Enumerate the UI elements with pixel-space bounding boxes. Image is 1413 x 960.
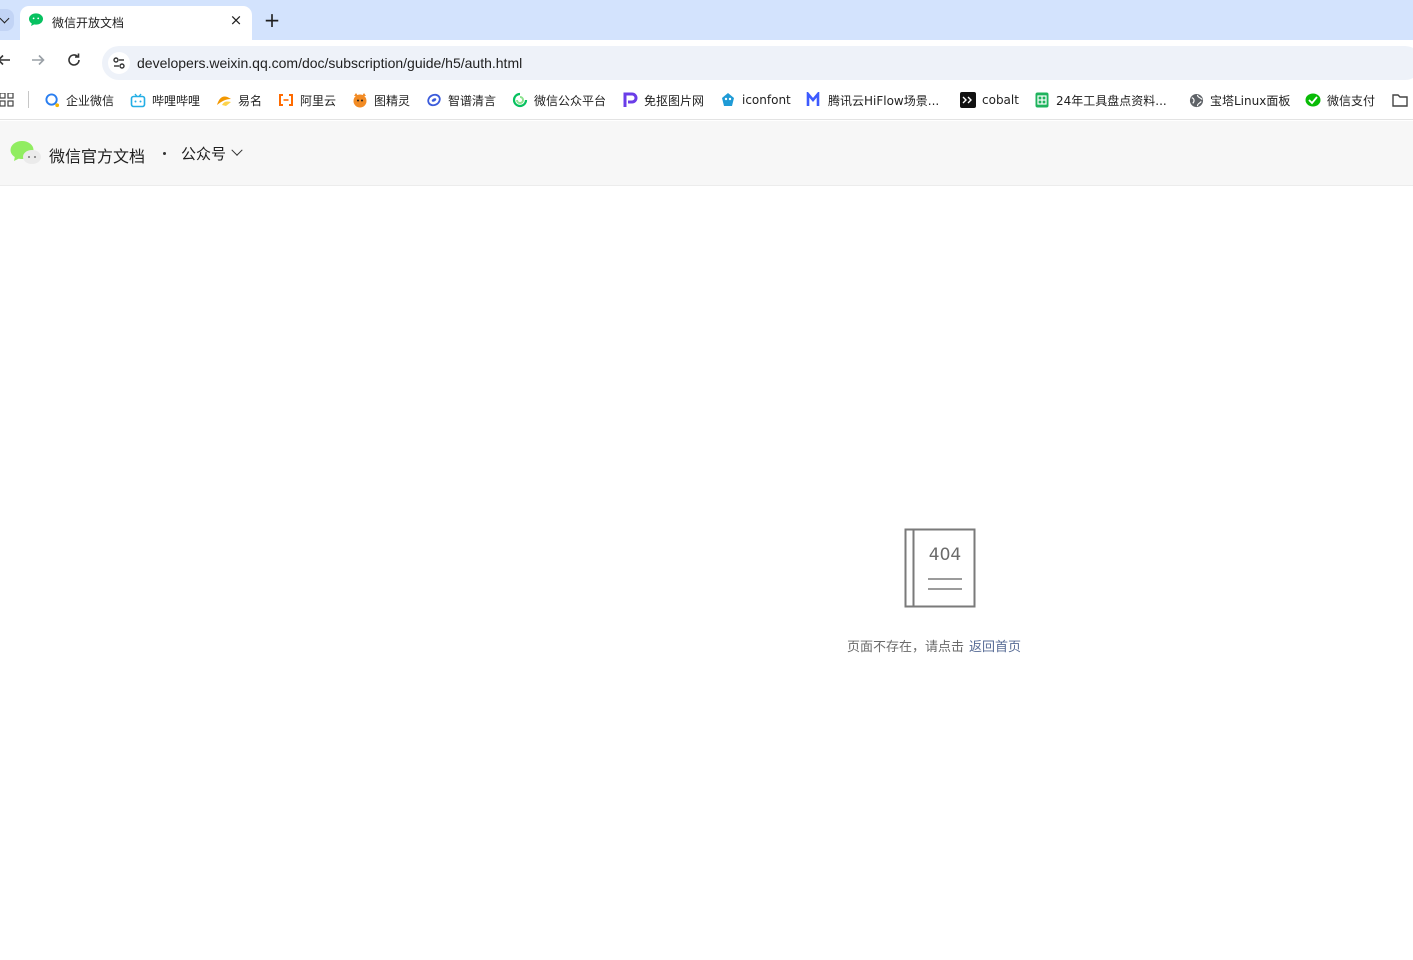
sheet-icon (1034, 92, 1050, 108)
wechat-logo-icon[interactable] (10, 140, 42, 166)
tab-strip: 微信开放文档 × + (0, 0, 1413, 40)
error-message: 页面不存在，请点击 返回首页 (847, 636, 1021, 655)
bookmark-label: 免抠图片网 (644, 93, 705, 108)
arrow-left-icon (0, 54, 10, 66)
bookmark-label: 微信支付 (1327, 93, 1376, 108)
bookmark-item[interactable]: 免抠图片网 (622, 92, 704, 108)
not-found-book-icon (904, 528, 976, 608)
tab-title: 微信开放文档 (52, 16, 125, 30)
cobalt-icon (960, 92, 976, 108)
section-label: 公众号 (181, 144, 227, 163)
bookmark-label: 智谱清言 (448, 93, 497, 108)
arrow-right-icon (32, 54, 45, 66)
wechat-mp-icon (512, 92, 528, 108)
bookmark-separator (28, 91, 29, 108)
bookmark-item[interactable]: 微信公众平台 (512, 92, 606, 108)
browser-toolbar: developers.weixin.qq.com/doc/subscriptio… (0, 40, 1413, 80)
ename-icon (216, 92, 232, 108)
folder-icon (1392, 92, 1408, 108)
wecom-icon (44, 92, 60, 108)
bookmark-folder[interactable] (1392, 92, 1408, 108)
bookmark-item[interactable]: 智谱清言 (426, 92, 496, 108)
bilibili-icon (130, 92, 146, 108)
back-home-link[interactable]: 返回首页 (969, 640, 1021, 655)
new-tab-button[interactable]: + (262, 10, 282, 30)
bookmark-label: 宝塔Linux面板 (1210, 93, 1291, 108)
aliyun-icon (278, 92, 294, 108)
chevron-down-icon (0, 13, 10, 24)
bookmark-item[interactable]: 宝塔Linux面板 (1188, 92, 1290, 108)
error-message-text: 页面不存在，请点击 (847, 640, 965, 655)
bookmark-item[interactable]: 图精灵 (352, 92, 410, 108)
tab-close-icon[interactable]: × (228, 12, 244, 28)
url-text[interactable]: developers.weixin.qq.com/doc/subscriptio… (137, 55, 522, 71)
site-info-icon[interactable] (108, 52, 130, 74)
tab-search-button[interactable] (0, 9, 14, 31)
bookmark-label: 易名 (238, 93, 263, 108)
site-header: 微信官方文档 公众号 (0, 121, 1413, 186)
forward-button[interactable] (28, 50, 48, 70)
error-code: 404 (928, 545, 962, 565)
chevron-down-icon (231, 144, 243, 156)
bookmark-item[interactable]: 易名 (216, 92, 262, 108)
bookmarks-bar: 企业微信 哔哩哔哩 易名 阿里云 图精灵 智谱清言 微信公众平台 免抠图片网 iconfont 腾… (0, 80, 1413, 120)
address-bar[interactable]: developers.weixin.qq.com/doc/subscriptio… (102, 46, 1413, 80)
wechat-pay-icon (1305, 92, 1321, 108)
section-dropdown[interactable]: 公众号 (181, 142, 243, 164)
bookmark-label: iconfont (742, 93, 791, 107)
site-title[interactable]: 微信官方文档 (49, 143, 145, 167)
title-separator-dot (163, 152, 166, 155)
zhipu-icon (426, 92, 442, 108)
bookmark-item[interactable]: 企业微信 (44, 92, 114, 108)
bookmark-item[interactable]: iconfont (720, 92, 791, 108)
bookmark-item[interactable]: 微信支付 (1305, 92, 1375, 108)
bookmark-label: 阿里云 (300, 93, 337, 108)
bookmark-label: 微信公众平台 (534, 93, 607, 108)
mkpng-icon (622, 92, 638, 108)
bookmark-item[interactable]: 哔哩哔哩 (130, 92, 200, 108)
bookmark-item[interactable]: 24年工具盘点资料... (1034, 92, 1167, 108)
bookmark-label: cobalt (982, 93, 1019, 107)
bookmark-item[interactable]: 腾讯云HiFlow场景... (806, 92, 939, 108)
active-tab[interactable]: 微信开放文档 × (20, 6, 252, 40)
bookmark-item[interactable]: cobalt (960, 92, 1019, 108)
bookmark-label: 腾讯云HiFlow场景... (828, 93, 940, 108)
bookmark-item[interactable]: 阿里云 (278, 92, 336, 108)
tujingling-icon (352, 92, 368, 108)
back-button[interactable] (0, 50, 14, 70)
bookmark-label: 24年工具盘点资料... (1056, 93, 1167, 108)
bookmark-label: 图精灵 (374, 93, 411, 108)
reload-button[interactable] (64, 50, 84, 70)
wechat-favicon-icon (29, 13, 43, 26)
iconfont-icon (720, 92, 736, 108)
hiflow-icon (806, 92, 822, 108)
apps-grid-icon[interactable] (0, 93, 14, 107)
globe-icon (1188, 92, 1204, 108)
bookmark-label: 哔哩哔哩 (152, 93, 201, 108)
bookmark-label: 企业微信 (66, 93, 115, 108)
reload-icon (68, 53, 80, 66)
